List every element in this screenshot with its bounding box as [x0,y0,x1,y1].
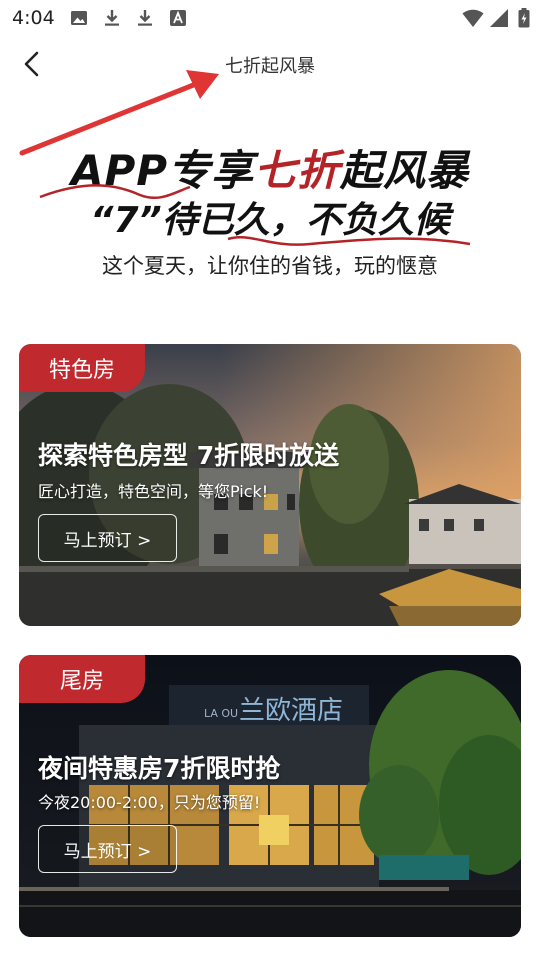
wifi-icon [462,9,484,27]
page-header: 七折起风暴 [0,36,540,96]
image-icon [71,11,87,25]
book-now-button[interactable]: 马上预订 > [38,514,177,562]
card-title: 夜间特惠房7折限时抢 [38,754,281,783]
headline-prefix: APP专享 [70,146,255,195]
banner-slogan: “7”待已久，不负久候 [90,200,450,241]
download-icon [138,10,152,26]
hotel-sign: 兰欧酒店 [239,696,343,726]
banner-tagline: 这个夏天，让你住的省钱，玩的惬意 [102,254,438,278]
page-title: 七折起风暴 [225,56,315,77]
banner-headline: APP专享七折起风暴 [0,140,540,202]
status-time: 4:04 [12,7,55,29]
card-subtitle: 匠心打造，特色空间，等您Pick! [38,482,269,501]
headline-highlight: 七折 [254,146,341,195]
card-tag: 尾房 [19,655,145,703]
text-icon [170,10,186,26]
signal-icon [490,9,508,27]
battery-charging-icon [518,8,530,28]
promo-card-feature-room[interactable]: 特色房 探索特色房型 7折限时放送 匠心打造，特色空间，等您Pick! 马上预订… [19,344,521,626]
headline-suffix: 起风暴 [340,146,470,195]
promo-banner: APP专享七折起风暴 “7”待已久，不负久候 这个夏天，让你住的省钱，玩的惬意 [0,140,540,300]
hotel-logo-mark: LA OU [204,707,238,720]
status-bar: 4:04 [0,0,540,36]
card-tag: 特色房 [19,344,145,392]
card-subtitle: 今夜20:00-2:00，只为您预留! [38,793,261,812]
download-icon [105,10,119,26]
promo-card-late-night-room[interactable]: LA OU 兰欧酒店 尾房 夜间特惠房7折限时抢 今夜20:00-2:00，只为… [19,655,521,937]
book-now-button[interactable]: 马上预订 > [38,825,177,873]
card-title: 探索特色房型 7折限时放送 [38,441,340,470]
